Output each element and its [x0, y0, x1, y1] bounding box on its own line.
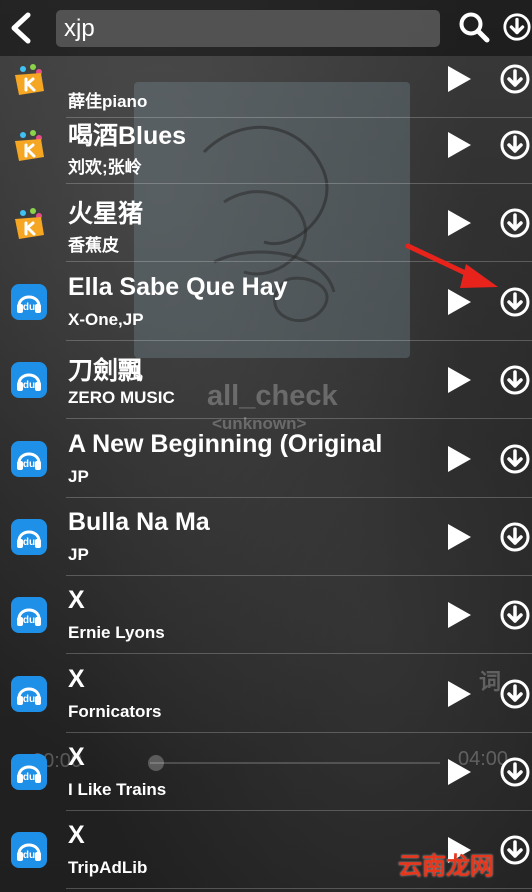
download-icon[interactable]: [499, 599, 531, 631]
svg-text:du: du: [23, 850, 35, 861]
baidu-music-icon: du: [11, 362, 47, 398]
play-icon[interactable]: [446, 288, 472, 316]
download-icon[interactable]: [499, 521, 531, 553]
list-item[interactable]: du 刀劍飄 ZERO MUSIC: [0, 341, 532, 419]
download-icon[interactable]: [499, 207, 531, 239]
row-divider: [66, 653, 532, 654]
play-icon[interactable]: [446, 209, 472, 237]
play-icon[interactable]: [446, 758, 472, 786]
song-title: X: [68, 743, 85, 771]
search-icon: [459, 12, 490, 43]
play-icon[interactable]: [446, 65, 472, 93]
baidu-music-icon: du: [11, 441, 47, 477]
list-item[interactable]: du X Ernie Lyons: [0, 576, 532, 654]
play-icon[interactable]: [446, 680, 472, 708]
song-artist: Fornicators: [68, 702, 162, 721]
download-all-button[interactable]: [502, 11, 532, 43]
download-icon[interactable]: [499, 129, 531, 161]
baidu-music-icon: du: [11, 284, 47, 320]
play-icon[interactable]: [446, 523, 472, 551]
kuwo-music-icon: [15, 130, 44, 161]
song-artist: 刘欢;张岭: [68, 158, 142, 177]
song-title: 喝酒Blues: [68, 122, 187, 150]
list-item[interactable]: du Bulla Na Ma JP: [0, 498, 532, 576]
search-button[interactable]: [458, 11, 490, 43]
list-item[interactable]: du X Fornicators: [0, 655, 532, 733]
song-title: X: [68, 821, 85, 849]
svg-text:du: du: [23, 459, 35, 470]
baidu-music-icon: du: [11, 519, 47, 555]
list-item[interactable]: du A New Beginning (Original JP: [0, 420, 532, 498]
download-circle-icon: [503, 13, 531, 41]
kuwo-music-icon: [15, 64, 44, 95]
song-artist: ZERO MUSIC: [68, 388, 175, 407]
row-divider: [66, 418, 532, 419]
annotation-arrow-icon: [405, 243, 498, 288]
song-title: A New Beginning (Original: [68, 430, 383, 458]
download-icon[interactable]: [499, 63, 531, 95]
song-title: Ella Sabe Que Hay: [68, 273, 288, 301]
play-icon[interactable]: [446, 366, 472, 394]
svg-text:du: du: [23, 380, 35, 391]
song-artist: JP: [68, 467, 89, 486]
download-icon[interactable]: [499, 678, 531, 710]
baidu-music-icon: du: [11, 832, 47, 868]
download-icon[interactable]: [499, 443, 531, 475]
song-artist: TripAdLib: [68, 858, 148, 877]
song-artist: X-One,JP: [68, 310, 144, 329]
svg-text:du: du: [23, 772, 35, 783]
list-item[interactable]: 喝酒Blues 刘欢;张岭: [0, 106, 532, 184]
list-item[interactable]: du X I Like Trains: [0, 733, 532, 811]
song-title: 火星猪: [68, 200, 144, 228]
download-icon[interactable]: [499, 834, 531, 866]
svg-text:du: du: [23, 302, 35, 313]
watermark: 云南龙网: [398, 852, 494, 880]
song-title: X: [68, 586, 85, 614]
download-icon[interactable]: [499, 286, 531, 318]
play-icon[interactable]: [446, 601, 472, 629]
song-title: X: [68, 665, 85, 693]
song-title: Bulla Na Ma: [68, 508, 210, 536]
download-icon[interactable]: [499, 364, 531, 396]
svg-text:du: du: [23, 537, 35, 548]
row-divider: [66, 888, 532, 889]
song-title: 刀劍飄: [68, 357, 144, 385]
kuwo-music-icon: [15, 208, 44, 239]
song-artist: JP: [68, 545, 89, 564]
svg-text:du: du: [23, 615, 35, 626]
search-input[interactable]: [64, 14, 432, 43]
song-artist: Ernie Lyons: [68, 623, 165, 642]
baidu-music-icon: du: [11, 597, 47, 633]
song-artist: 香蕉皮: [68, 236, 119, 255]
song-artist: I Like Trains: [68, 780, 167, 799]
play-icon[interactable]: [446, 131, 472, 159]
svg-text:du: du: [23, 694, 35, 705]
baidu-music-icon: du: [11, 676, 47, 712]
baidu-music-icon: du: [11, 754, 47, 790]
download-icon[interactable]: [499, 756, 531, 788]
play-icon[interactable]: [446, 445, 472, 473]
